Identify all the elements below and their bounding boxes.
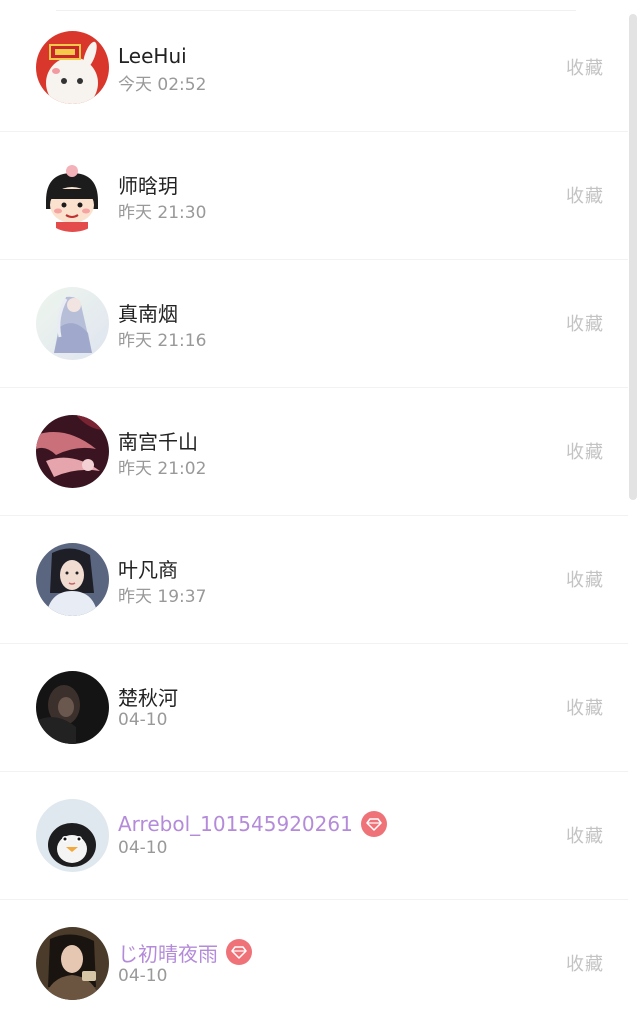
user-name[interactable]: 师晗玥: [118, 170, 178, 199]
favorite-button[interactable]: 收藏: [566, 822, 604, 848]
avatar[interactable]: [36, 799, 109, 872]
user-name[interactable]: LeeHui: [118, 44, 187, 68]
name-line: 师晗玥: [118, 170, 178, 198]
visit-time: 04-10: [118, 710, 168, 730]
list-item[interactable]: Arrebol_101545920261 04-10 收藏: [0, 772, 628, 900]
avatar[interactable]: [36, 927, 109, 1000]
visit-time: 04-10: [118, 966, 168, 986]
name-line: 叶凡商: [118, 554, 178, 582]
name-line: 南宫千山: [118, 426, 198, 454]
visit-time: 今天 02:52: [118, 75, 207, 95]
avatar[interactable]: [36, 415, 109, 488]
user-name[interactable]: 叶凡商: [118, 554, 178, 583]
visit-time: 04-10: [118, 838, 168, 858]
user-name[interactable]: 南宫千山: [118, 426, 198, 455]
avatar[interactable]: [36, 287, 109, 360]
user-name[interactable]: じ初晴夜雨: [118, 938, 218, 967]
user-name[interactable]: Arrebol_101545920261: [118, 812, 353, 836]
favorite-button[interactable]: 收藏: [566, 694, 604, 720]
favorite-button[interactable]: 收藏: [566, 54, 604, 80]
name-line: 真南烟: [118, 298, 178, 326]
visit-time: 昨天 19:37: [118, 587, 207, 607]
visit-time: 昨天 21:02: [118, 459, 207, 479]
visitor-list: LeeHui 今天 02:52 收藏 师晗玥 昨天 21:30 收藏 真南烟 昨…: [0, 4, 628, 1028]
user-name[interactable]: 真南烟: [118, 298, 178, 327]
avatar[interactable]: [36, 31, 109, 104]
list-item[interactable]: 师晗玥 昨天 21:30 收藏: [0, 132, 628, 260]
favorite-button[interactable]: 收藏: [566, 566, 604, 592]
favorite-button[interactable]: 收藏: [566, 310, 604, 336]
visit-time: 昨天 21:16: [118, 331, 207, 351]
list-item[interactable]: LeeHui 今天 02:52 收藏: [0, 4, 628, 132]
name-line: Arrebol_101545920261: [118, 810, 387, 838]
list-item[interactable]: 南宫千山 昨天 21:02 收藏: [0, 388, 628, 516]
list-item[interactable]: 楚秋河 04-10 收藏: [0, 644, 628, 772]
avatar[interactable]: [36, 159, 109, 232]
favorite-button[interactable]: 收藏: [566, 438, 604, 464]
name-line: じ初晴夜雨: [118, 938, 252, 966]
name-line: 楚秋河: [118, 682, 178, 710]
list-item[interactable]: 叶凡商 昨天 19:37 收藏: [0, 516, 628, 644]
user-name[interactable]: 楚秋河: [118, 682, 178, 711]
avatar[interactable]: [36, 671, 109, 744]
visit-time: 昨天 21:30: [118, 203, 207, 223]
avatar[interactable]: [36, 543, 109, 616]
favorite-button[interactable]: 收藏: [566, 182, 604, 208]
name-line: LeeHui: [118, 42, 187, 70]
list-item[interactable]: 真南烟 昨天 21:16 收藏: [0, 260, 628, 388]
diamond-icon: [226, 939, 252, 965]
diamond-icon: [360, 811, 387, 837]
scrollbar[interactable]: [629, 14, 637, 500]
list-item[interactable]: じ初晴夜雨 04-10 收藏: [0, 900, 628, 1028]
favorite-button[interactable]: 收藏: [566, 950, 604, 976]
